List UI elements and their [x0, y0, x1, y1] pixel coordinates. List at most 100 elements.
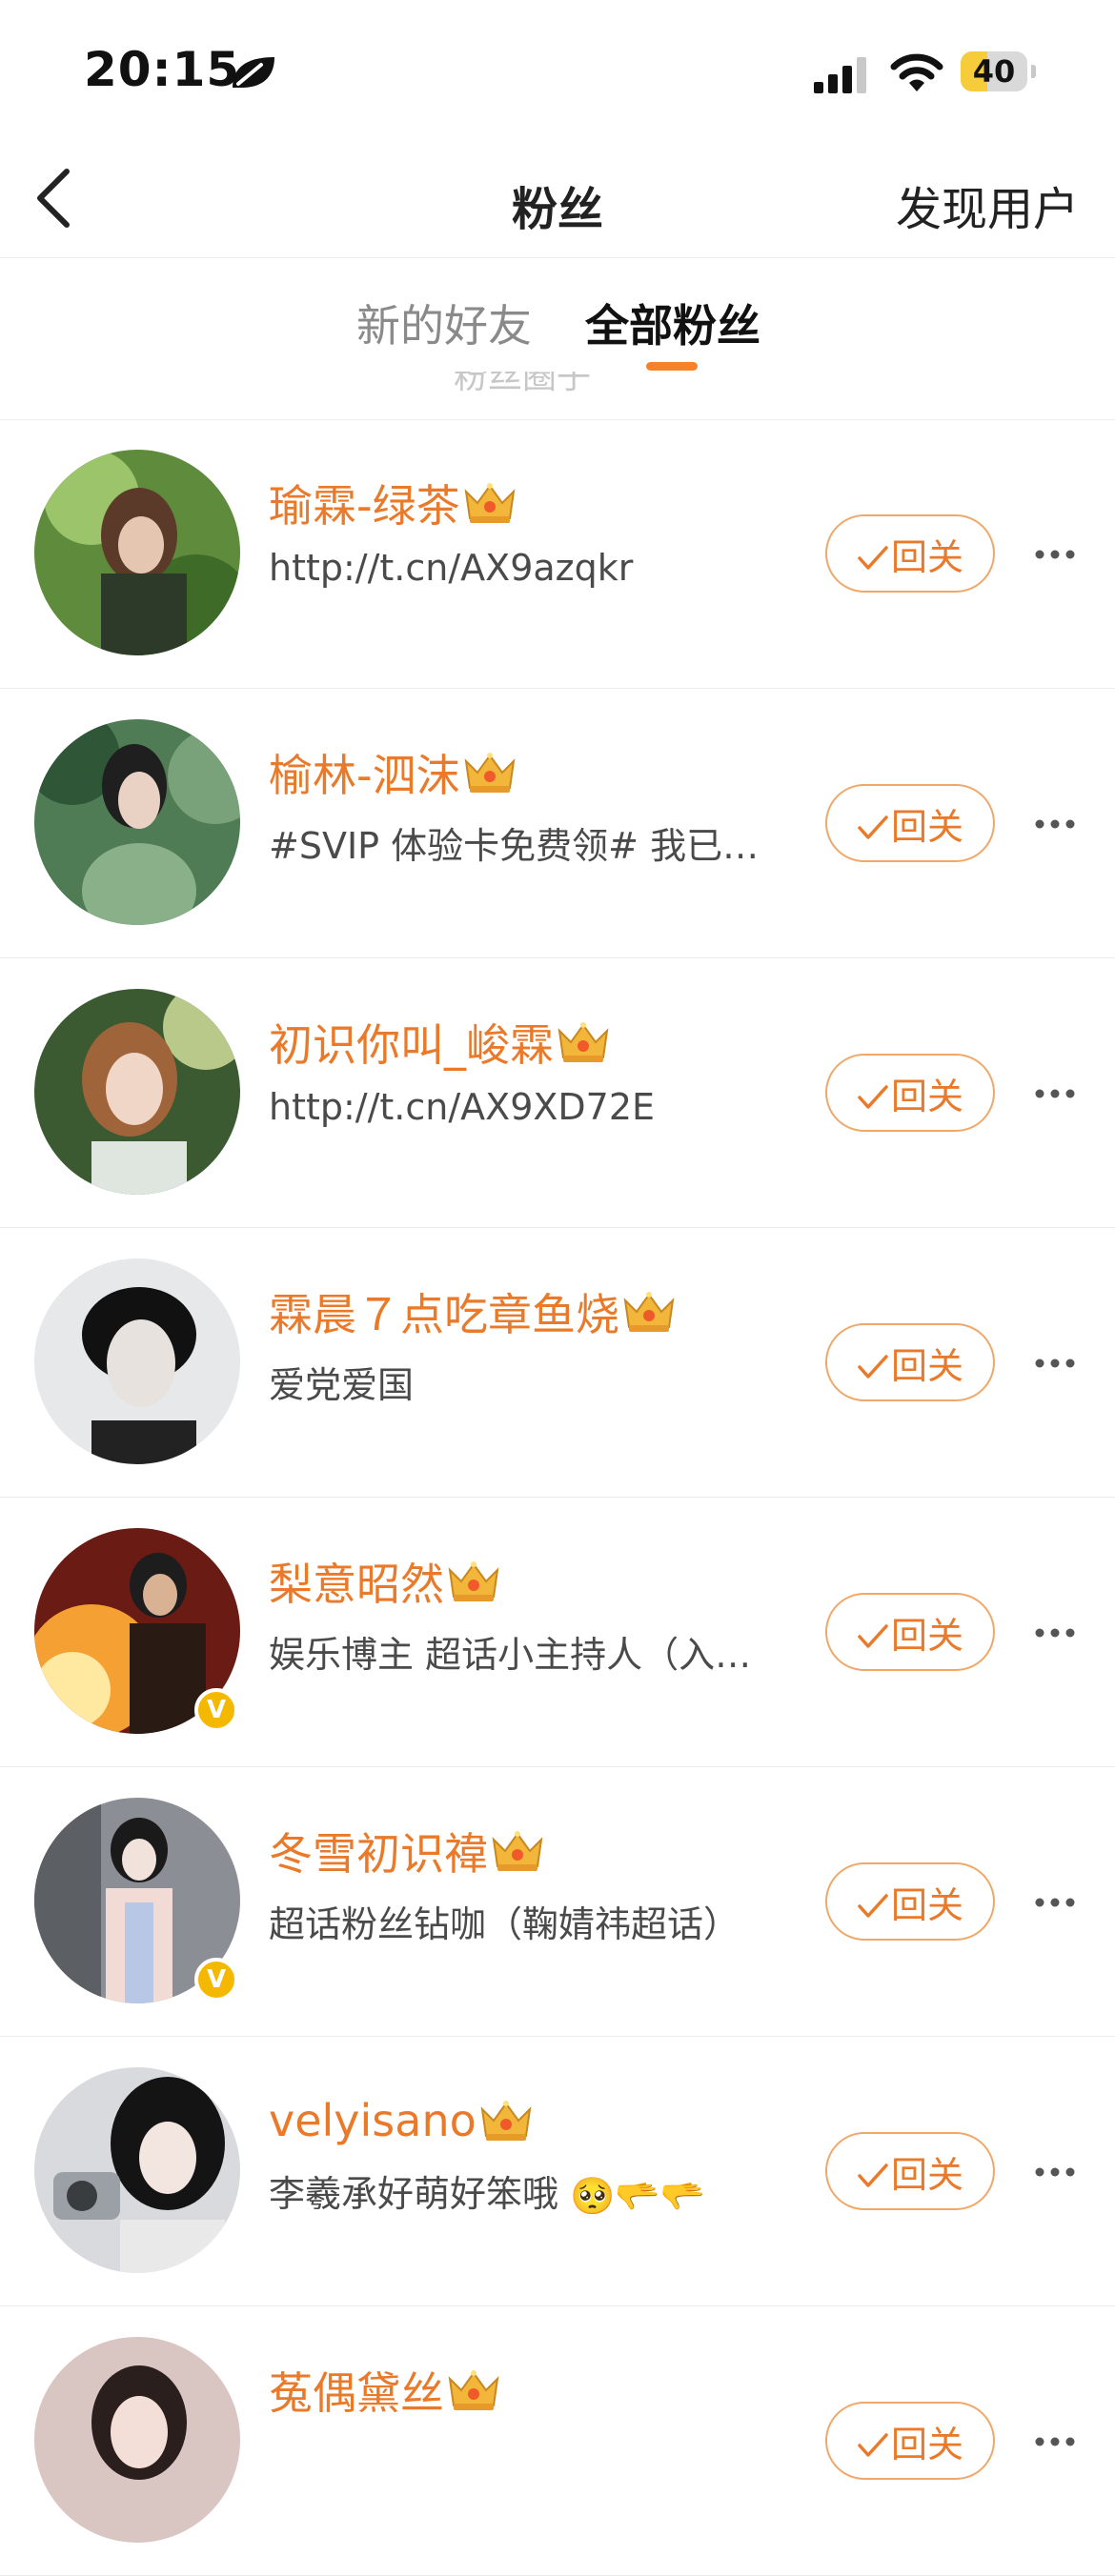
avatar[interactable] [34, 1258, 240, 1464]
follow-back-button[interactable]: 回关 [825, 514, 995, 593]
fan-list-item[interactable]: velyisano 李羲承好萌好笨哦 🥺🫳🫳 回关 [0, 2037, 1115, 2306]
active-tab-indicator [646, 362, 698, 371]
fan-description-text: 超话粉丝钻咖（鞠婧祎超话） [269, 1903, 740, 1945]
name-row: 初识你叫_峻霖 [269, 1014, 611, 1071]
focus-mode-leaf-icon [233, 57, 274, 88]
follow-back-label: 回关 [890, 805, 963, 848]
check-icon [857, 1887, 889, 1918]
tab-all-fans[interactable]: 全部粉丝 [585, 292, 760, 354]
fan-name[interactable]: 榆林-泗沫 [269, 741, 460, 804]
follow-back-label: 回关 [890, 1614, 963, 1657]
more-options-icon[interactable] [1033, 1346, 1077, 1380]
fan-name[interactable]: velyisano [269, 2095, 476, 2146]
battery-indicator: 40 [961, 51, 1036, 91]
fan-list-item[interactable]: 初识你叫_峻霖 http://t.cn/AX9XD72E 回关 [0, 958, 1115, 1228]
vip-crown-icon [462, 480, 517, 526]
fan-description-text: 娱乐博主 超话小主持人（入青… [269, 1634, 783, 1676]
follow-back-label: 回关 [890, 2153, 963, 2196]
avatar[interactable] [34, 989, 240, 1195]
vip-crown-icon [621, 1289, 677, 1335]
fan-list-item[interactable]: V 冬雪初识禕超话粉丝钻咖（鞠婧祎超话） 回关 [0, 1767, 1115, 2037]
follow-back-label: 回关 [890, 535, 963, 578]
back-chevron-icon[interactable] [29, 164, 86, 232]
follow-back-button[interactable]: 回关 [825, 2132, 995, 2210]
follow-back-label: 回关 [890, 1883, 963, 1926]
vip-crown-icon [446, 1559, 501, 1604]
avatar[interactable] [34, 2337, 240, 2543]
follow-back-button[interactable]: 回关 [825, 1862, 995, 1941]
wifi-icon [890, 53, 943, 91]
avatar[interactable] [34, 719, 240, 925]
vip-crown-icon [490, 1828, 545, 1874]
partially-hidden-subtab-text: 粉丝圈子 [454, 372, 592, 392]
avatar[interactable] [34, 2067, 240, 2273]
name-row: 菟偶黛丝 [269, 2362, 501, 2419]
check-icon [857, 2157, 889, 2187]
more-options-icon[interactable] [1033, 2425, 1077, 2459]
battery-tip [1031, 65, 1036, 78]
check-icon [857, 1348, 889, 1379]
more-options-icon[interactable] [1033, 1885, 1077, 1920]
follow-back-button[interactable]: 回关 [825, 1323, 995, 1401]
fan-name[interactable]: 冬雪初识禕 [269, 1820, 488, 1882]
vip-crown-icon [556, 1019, 611, 1065]
name-row: 冬雪初识禕 [269, 1822, 545, 1880]
follow-back-label: 回关 [890, 1075, 963, 1117]
tab-new-friends[interactable]: 新的好友 [356, 292, 532, 354]
follow-back-button[interactable]: 回关 [825, 1593, 995, 1671]
more-options-icon[interactable] [1033, 1077, 1077, 1111]
fan-description: 超话粉丝钻咖（鞠婧祎超话） [269, 1895, 783, 1947]
vip-crown-icon [478, 2098, 534, 2143]
fan-description: http://t.cn/AX9azqkr [269, 547, 783, 589]
status-time: 20:15 [84, 42, 241, 97]
check-icon [857, 539, 889, 570]
fan-description-text: http://t.cn/AX9XD72E [269, 1086, 656, 1128]
name-row: 瑜霖-绿茶 [269, 474, 517, 532]
tab-bar: 新的好友 全部粉丝 粉丝圈子 [0, 259, 1115, 420]
fan-description-text: 李羲承好萌好笨哦 [269, 2173, 559, 2215]
follow-back-label: 回关 [890, 1344, 963, 1387]
fan-name[interactable]: 霖晨７点吃章鱼烧 [269, 1280, 619, 1343]
name-row: 霖晨７点吃章鱼烧 [269, 1283, 677, 1340]
fan-name[interactable]: 梨意昭然 [269, 1550, 444, 1613]
vip-crown-icon [462, 750, 517, 795]
fan-name[interactable]: 初识你叫_峻霖 [269, 1011, 554, 1074]
battery-body: 40 [961, 51, 1027, 91]
navigation-bar: 粉丝 发现用户 [0, 143, 1115, 258]
follow-back-button[interactable]: 回关 [825, 784, 995, 862]
follow-back-button[interactable]: 回关 [825, 1054, 995, 1132]
fan-description: #SVIP 体验卡免费领# 我已成… [269, 816, 783, 869]
name-row: 榆林-泗沫 [269, 744, 517, 801]
fan-list-item[interactable]: 榆林-泗沫 #SVIP 体验卡免费领# 我已成… 回关 [0, 689, 1115, 958]
fan-description-text: #SVIP 体验卡免费领# 我已成… [269, 825, 783, 867]
fan-name[interactable]: 瑜霖-绿茶 [269, 472, 460, 534]
name-row: velyisano [269, 2092, 534, 2149]
check-icon [857, 809, 889, 839]
check-icon [857, 1618, 889, 1648]
check-icon [857, 2426, 889, 2457]
fan-list: 瑜霖-绿茶 http://t.cn/AX9azqkr 回关 榆林-泗沫 #SVIP 体验… [0, 419, 1115, 2576]
fan-list-item[interactable]: V 梨意昭然 娱乐博主 超话小主持人（入青… 回关 [0, 1498, 1115, 1767]
avatar[interactable] [34, 450, 240, 655]
follow-back-label: 回关 [890, 2423, 963, 2465]
fan-description-text: 爱党爱国 [269, 1364, 415, 1406]
verified-badge-icon: V [194, 1958, 238, 2002]
more-options-icon[interactable] [1033, 2155, 1077, 2189]
vip-crown-icon [446, 2367, 501, 2413]
fan-description-text: http://t.cn/AX9azqkr [269, 547, 634, 589]
fan-list-item[interactable]: 瑜霖-绿茶 http://t.cn/AX9azqkr 回关 [0, 419, 1115, 689]
fan-description: http://t.cn/AX9XD72E [269, 1086, 783, 1128]
more-options-icon[interactable] [1033, 807, 1077, 841]
more-options-icon[interactable] [1033, 1616, 1077, 1650]
status-bar: 20:15 40 [0, 0, 1115, 143]
fan-name[interactable]: 菟偶黛丝 [269, 2359, 444, 2422]
discover-users-link[interactable]: 发现用户 [896, 171, 1079, 238]
more-options-icon[interactable] [1033, 537, 1077, 572]
fan-list-item[interactable]: 菟偶黛丝回关 [0, 2306, 1115, 2576]
fan-description: 爱党爱国 [269, 1356, 783, 1408]
description-emoji: 🥺🫳🫳 [570, 2175, 706, 2217]
name-row: 梨意昭然 [269, 1553, 501, 1610]
battery-percentage: 40 [972, 53, 1016, 90]
follow-back-button[interactable]: 回关 [825, 2402, 995, 2480]
fan-list-item[interactable]: 霖晨７点吃章鱼烧爱党爱国 回关 [0, 1228, 1115, 1498]
